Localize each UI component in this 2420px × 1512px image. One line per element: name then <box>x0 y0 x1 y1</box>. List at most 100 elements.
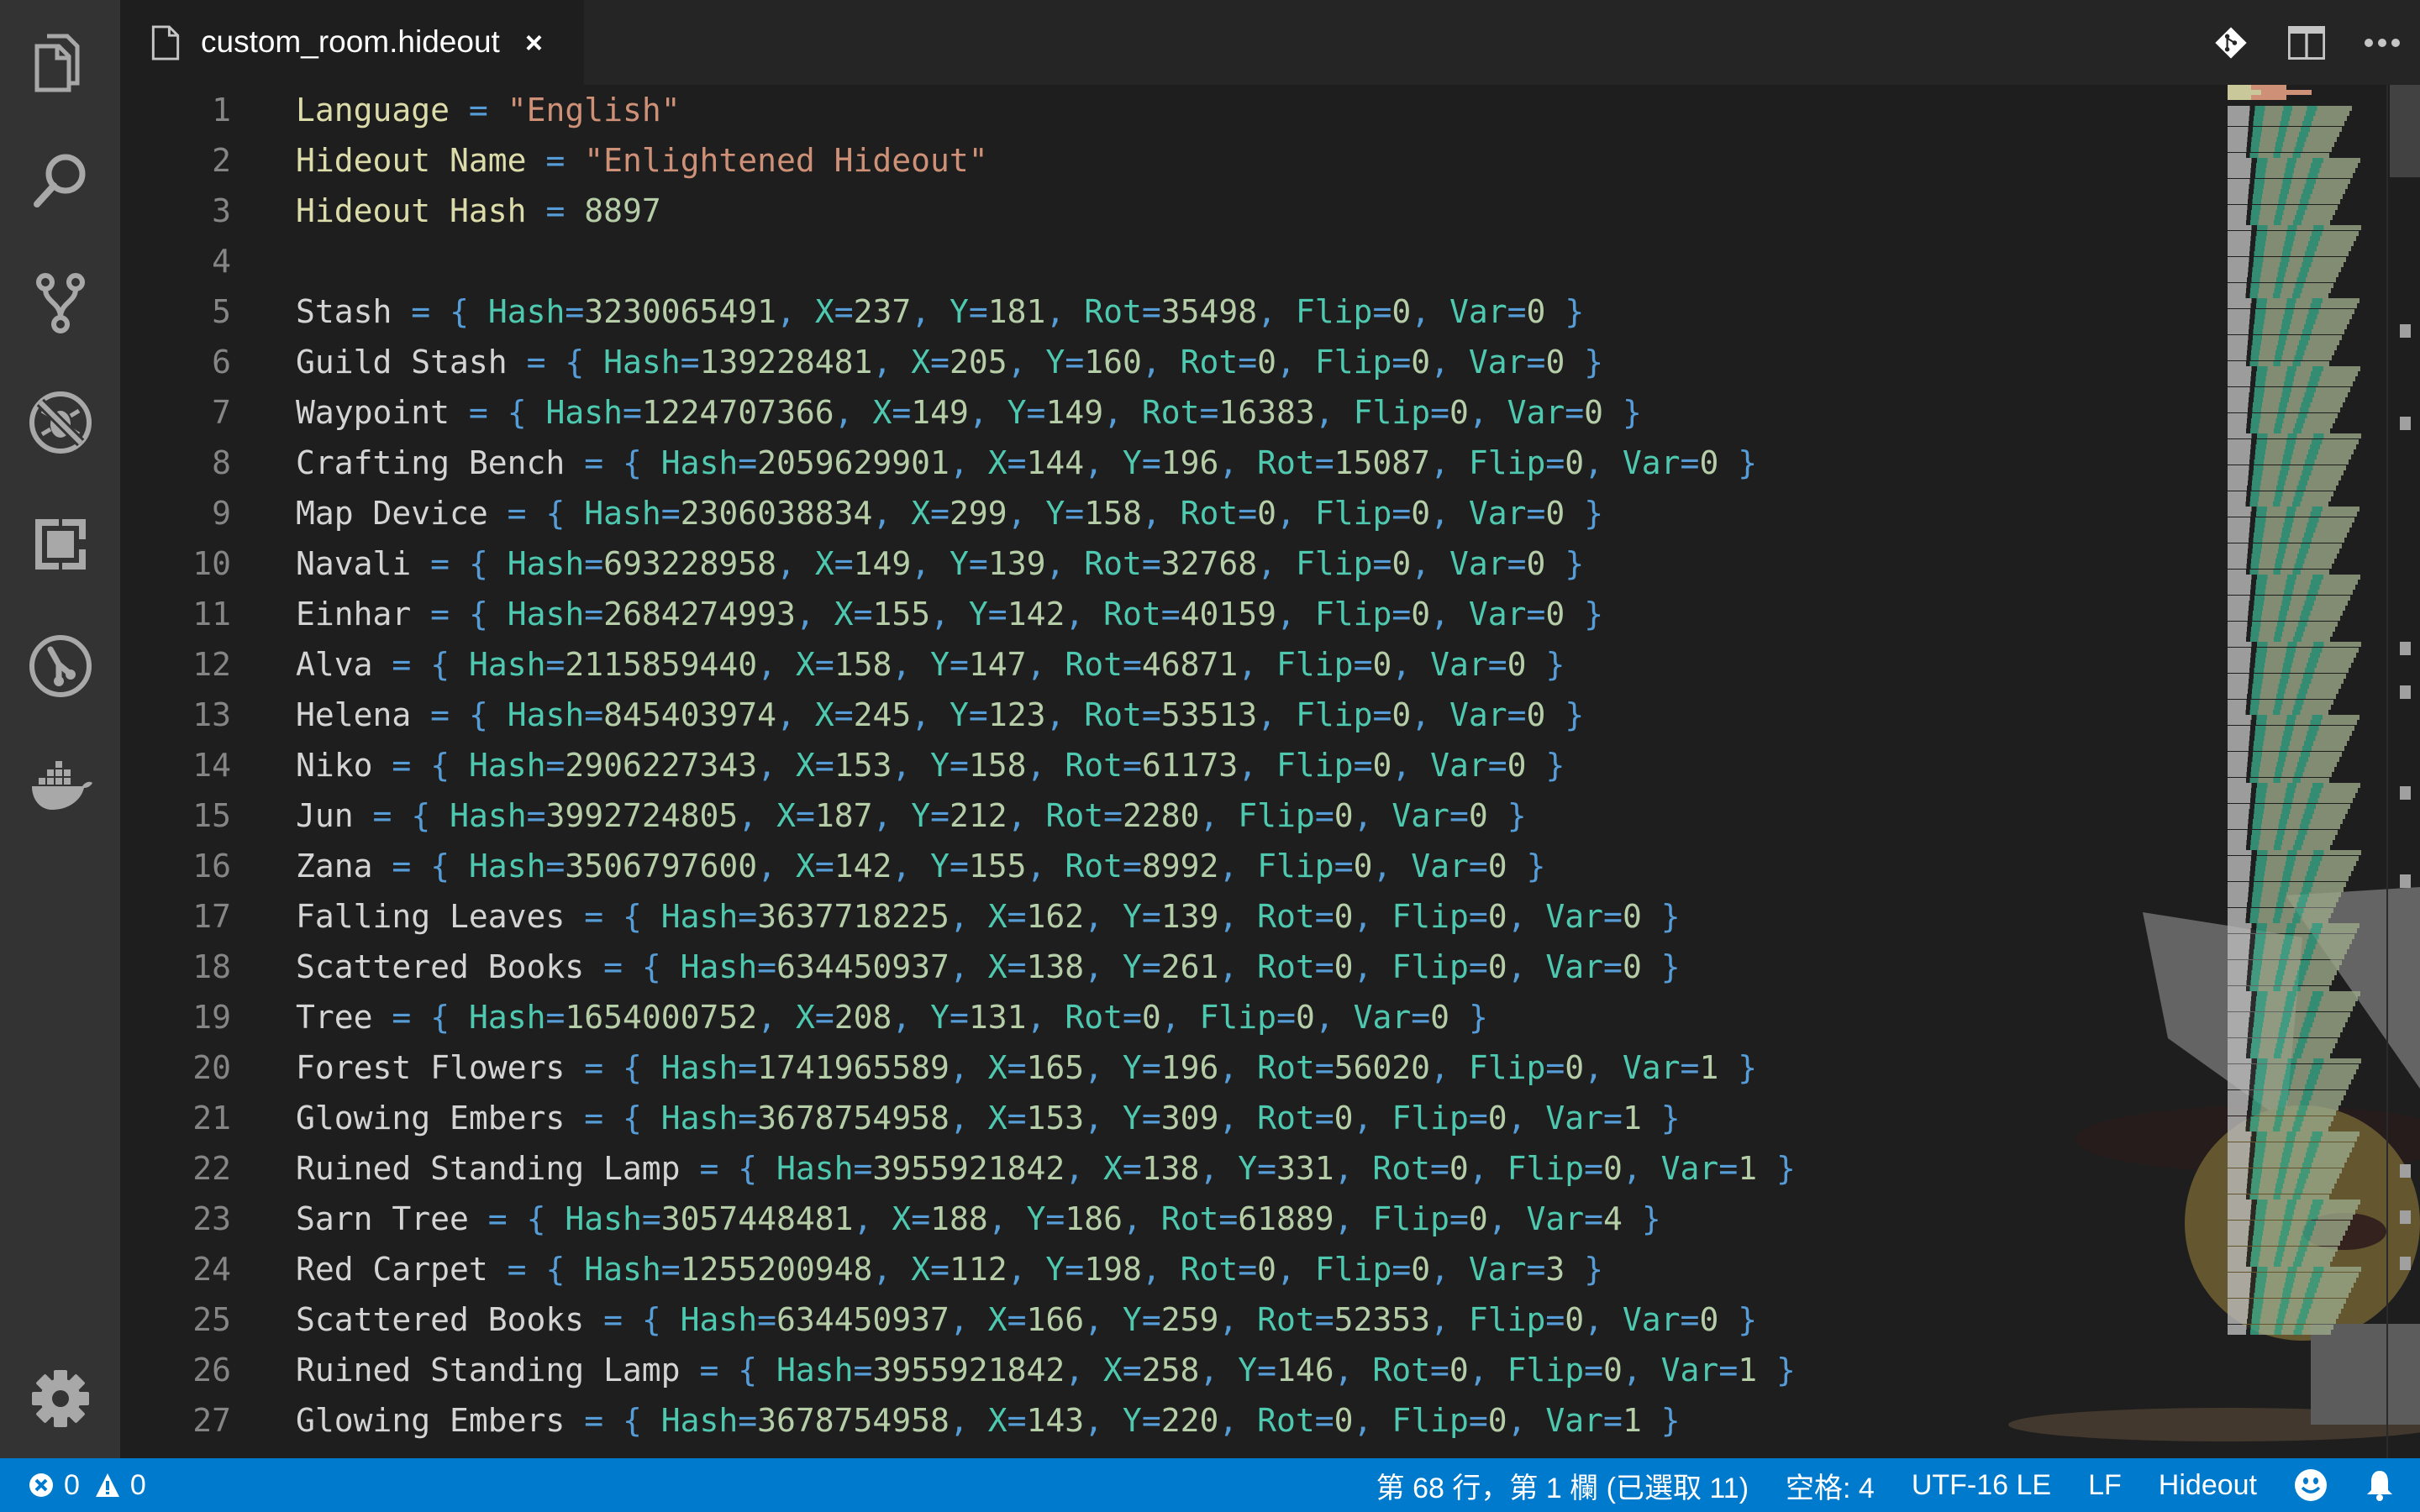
minimap-row <box>2228 428 2330 434</box>
language-mode[interactable]: Hideout <box>2159 1469 2257 1502</box>
minimap-row <box>2228 611 2343 617</box>
field-value-flip: 0 <box>1392 545 1412 582</box>
minimap-row <box>2228 1053 2330 1059</box>
field-key: Flip <box>1295 293 1373 330</box>
field-value-hash: 3678754958 <box>757 1402 950 1439</box>
tab-bar: custom_room.hideout × <box>120 0 2420 85</box>
field-key: X <box>987 948 1007 985</box>
field-value-rot: 8992 <box>1141 848 1219 885</box>
field-value-hash: 2906227343 <box>565 747 758 784</box>
warning-icon <box>95 1473 119 1497</box>
source-control-button[interactable] <box>0 252 120 353</box>
field-key: Y <box>930 848 950 885</box>
minimap-row <box>2228 1298 2346 1304</box>
editor[interactable]: 1 Language = "English" 2 Hideout Name = "E… <box>120 85 2420 1458</box>
minimap-row <box>2228 298 2360 304</box>
line-number: 22 <box>192 1150 231 1187</box>
field-key: Var <box>1622 444 1681 481</box>
field-key: Y <box>950 545 969 582</box>
more-actions-button[interactable] <box>2344 0 2420 85</box>
field-key: Var <box>1449 545 1507 582</box>
field-value-x: 208 <box>834 999 892 1036</box>
field-key: X <box>795 999 815 1036</box>
close-tab-button[interactable]: × <box>525 25 543 60</box>
field-key: Rot <box>1180 344 1239 381</box>
key: Hideout Hash <box>296 192 527 229</box>
git-compare-button[interactable] <box>2193 0 2269 85</box>
minimap-row <box>2228 1152 2349 1158</box>
field-value-hash: 693228958 <box>603 545 777 582</box>
minimap-row <box>2228 308 2354 314</box>
minimap-row <box>2228 355 2332 361</box>
field-key: X <box>911 344 931 381</box>
scroll-marker <box>2400 874 2411 888</box>
indentation[interactable]: 空格: 4 <box>1786 1465 1875 1506</box>
field-key: Hash <box>565 1200 642 1237</box>
minimap-row <box>2228 261 2344 267</box>
gitlens-button[interactable] <box>0 616 120 717</box>
minimap-row <box>2228 376 2355 382</box>
bell-icon <box>2367 1471 2392 1501</box>
field-value-rot: 35498 <box>1160 293 1258 330</box>
docker-button[interactable] <box>0 736 120 837</box>
minimap-row <box>2228 684 2341 689</box>
vertical-scrollbar[interactable] <box>2386 85 2420 1458</box>
minimap-row <box>2228 381 2353 387</box>
problems-indicator[interactable]: 0 0 <box>29 1458 146 1512</box>
minimap-row <box>2228 1329 2331 1335</box>
object-name: Map Device <box>296 495 488 532</box>
minimap-row <box>2228 710 2328 715</box>
minimap[interactable] <box>2228 85 2370 1341</box>
minimap-row <box>2228 850 2361 856</box>
field-value-hash: 1654000752 <box>565 999 758 1036</box>
field-key: Y <box>1122 1301 1142 1338</box>
field-value-var: 1 <box>1738 1352 1758 1389</box>
field-value-rot: 0 <box>1449 1150 1469 1187</box>
line-number: 12 <box>192 646 231 683</box>
minimap-row <box>2228 834 2335 840</box>
line-number: 8 <box>212 444 231 481</box>
explorer-button[interactable] <box>0 13 120 113</box>
end-of-line[interactable]: LF <box>2088 1469 2122 1502</box>
field-value-hash: 3506797600 <box>565 848 758 885</box>
field-value-hash: 3955921842 <box>872 1352 1065 1389</box>
cursor-position[interactable]: 第 68 行，第 1 欄 (已選取 11) <box>1376 1465 1749 1506</box>
minimap-row <box>2228 1058 2361 1064</box>
notifications-button[interactable] <box>2365 1468 2395 1502</box>
minimap-row <box>2228 559 2334 564</box>
encoding[interactable]: UTF-16 LE <box>1912 1469 2051 1502</box>
field-key: Rot <box>1045 797 1104 834</box>
field-value-x: 155 <box>872 596 931 633</box>
scroll-marker <box>2400 786 2411 800</box>
minimap-row <box>2228 507 2360 512</box>
field-key: X <box>814 545 834 582</box>
code-line: 23 Sarn Tree = { Hash=3057448481, X=188, … <box>120 1194 2221 1244</box>
field-value-x: 245 <box>853 696 912 733</box>
feedback-button[interactable] <box>2294 1468 2328 1502</box>
minimap-row <box>2228 585 2355 591</box>
tab-custom-room-hideout[interactable]: custom_room.hideout × <box>120 0 584 85</box>
field-key: Flip <box>1276 747 1354 784</box>
minimap-row <box>2228 334 2342 340</box>
scrollbar-thumb[interactable] <box>2390 85 2420 177</box>
minimap-row <box>2228 1220 2350 1226</box>
search-button[interactable] <box>0 130 120 231</box>
field-value-rot: 32768 <box>1160 545 1258 582</box>
debug-button[interactable] <box>0 372 120 473</box>
field-value-x: 162 <box>1026 898 1085 935</box>
line-number: 2 <box>212 142 231 179</box>
field-key: Var <box>1545 1100 1604 1137</box>
settings-button[interactable] <box>0 1348 120 1449</box>
object-name: Alva <box>296 646 373 683</box>
minimap-row <box>2228 871 2351 877</box>
scroll-marker <box>2400 1164 2411 1178</box>
field-key: Flip <box>1392 1100 1469 1137</box>
field-key: X <box>1102 1352 1123 1389</box>
minimap-row <box>2228 329 2344 335</box>
ellipsis-icon <box>2365 38 2400 47</box>
minimap-row <box>2228 808 2348 814</box>
split-editor-button[interactable] <box>2269 0 2344 85</box>
line-number: 10 <box>192 545 231 582</box>
extensions-button[interactable] <box>0 494 120 595</box>
field-value-y: 259 <box>1160 1301 1219 1338</box>
